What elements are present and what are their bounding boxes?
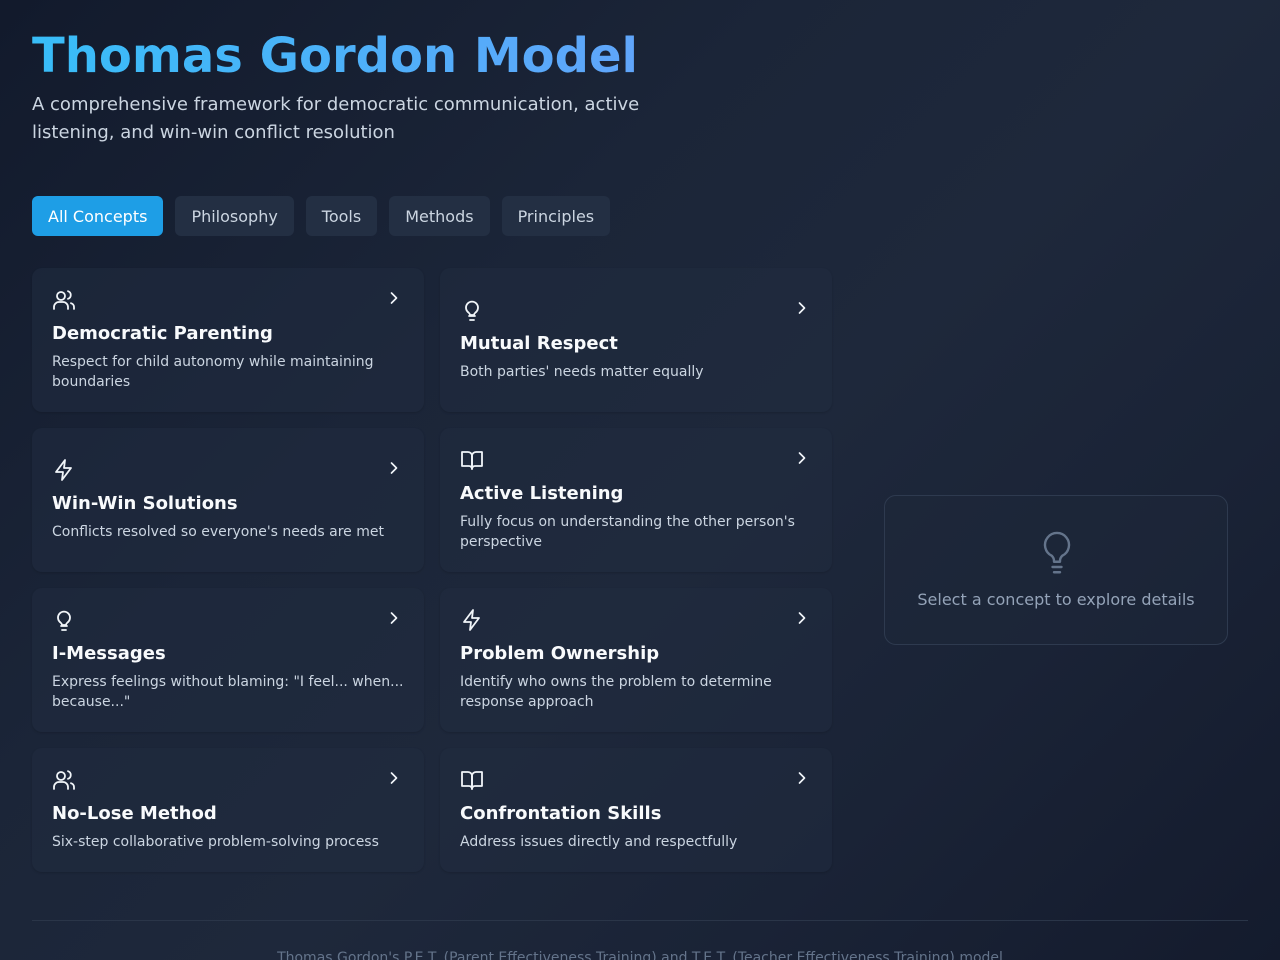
concept-description: Address issues directly and respectfully	[460, 834, 738, 850]
filter-tools[interactable]: Tools	[305, 196, 378, 236]
concept-title: Win-Win Solutions	[52, 493, 238, 514]
concept-description: Respect for child autonomy while maintai…	[52, 354, 374, 390]
footer-divider	[32, 920, 1248, 921]
lightning-icon	[463, 609, 480, 631]
concept-title: Active Listening	[460, 483, 624, 504]
users-icon	[53, 770, 75, 790]
concept-card[interactable]: Democratic Parenting Respect for child a…	[32, 268, 424, 412]
lightbulb-icon	[465, 300, 479, 321]
filter-methods[interactable]: Methods	[389, 196, 490, 236]
book-icon	[461, 771, 483, 790]
lightbulb-icon	[57, 610, 71, 631]
filter-philosophy[interactable]: Philosophy	[175, 196, 294, 236]
concept-description: Six-step collaborative problem-solving p…	[52, 834, 379, 850]
concept-description: Both parties' needs matter equally	[460, 364, 704, 380]
concept-card[interactable]: Active Listening Fully focus on understa…	[440, 428, 832, 572]
concept-card[interactable]: No-Lose Method Six-step collaborative pr…	[32, 748, 424, 872]
concept-title: Mutual Respect	[460, 333, 618, 354]
filter-principles[interactable]: Principles	[501, 196, 611, 236]
book-icon	[461, 451, 483, 470]
page-subtitle: A comprehensive framework for democratic…	[32, 94, 640, 143]
concept-title: I-Messages	[52, 643, 166, 664]
concept-card[interactable]: Win-Win Solutions Conflicts resolved so …	[32, 428, 424, 572]
footer-text: Thomas Gordon's P.E.T. (Parent Effective…	[277, 950, 1003, 960]
concept-title: Democratic Parenting	[52, 323, 273, 344]
concept-card[interactable]: Problem Ownership Identify who owns the …	[440, 588, 832, 732]
concept-card[interactable]: I-Messages Express feelings without blam…	[32, 588, 424, 732]
lightning-icon	[55, 459, 72, 481]
concept-description: Express feelings without blaming: "I fee…	[52, 674, 404, 710]
details-panel: Select a concept to explore details	[884, 495, 1228, 645]
filter-all-concepts[interactable]: All Concepts	[32, 196, 164, 236]
concept-description: Fully focus on understanding the other p…	[460, 514, 795, 550]
concept-title: Problem Ownership	[460, 643, 660, 664]
page-title: Thomas Gordon Model	[32, 24, 638, 88]
concept-description: Conflicts resolved so everyone's needs a…	[52, 524, 384, 540]
page: Thomas Gordon Model A comprehensive fram…	[0, 0, 1280, 960]
concept-card[interactable]: Mutual Respect Both parties' needs matte…	[440, 268, 832, 412]
lightbulb-icon	[1043, 531, 1071, 574]
users-icon	[53, 290, 75, 310]
details-placeholder: Select a concept to explore details	[917, 590, 1195, 609]
concept-title: Confrontation Skills	[460, 803, 662, 824]
filter-bar: All Concepts Philosophy Tools Methods Pr…	[32, 196, 611, 236]
concept-title: No-Lose Method	[52, 803, 217, 824]
concept-description: Identify who owns the problem to determi…	[460, 674, 772, 710]
concept-card[interactable]: Confrontation Skills Address issues dire…	[440, 748, 832, 872]
